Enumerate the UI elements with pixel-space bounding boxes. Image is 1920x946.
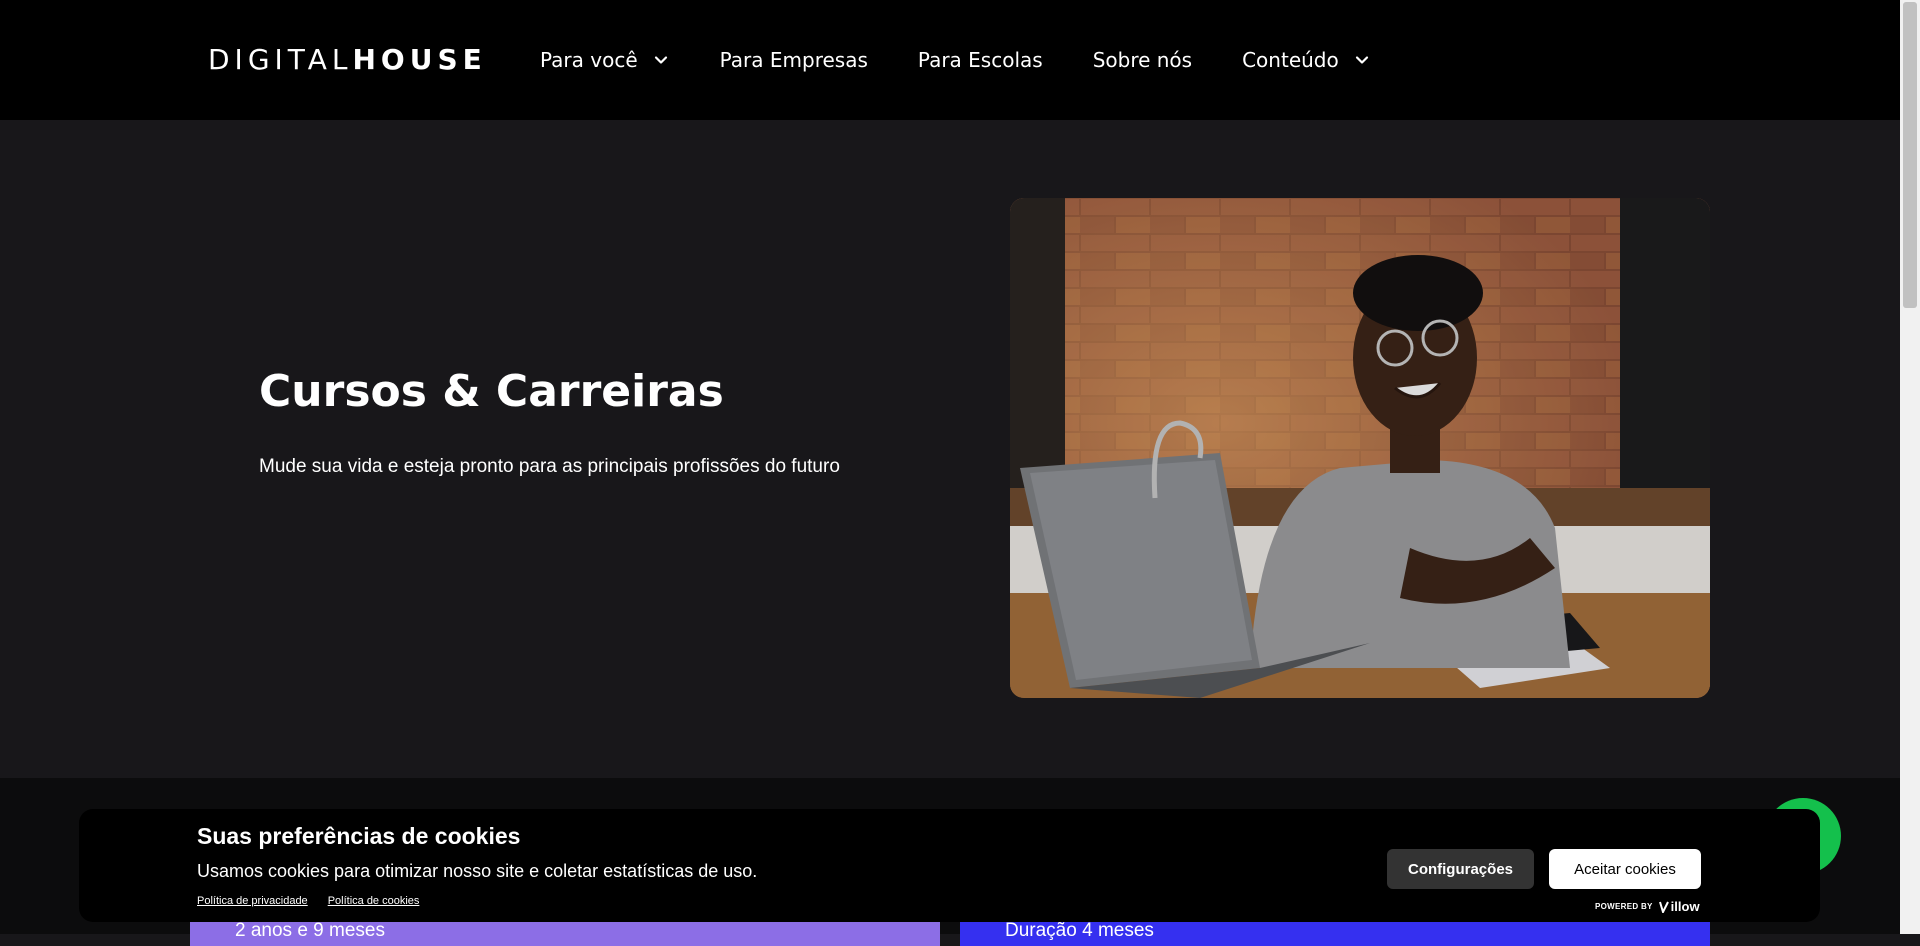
nav-item-para-escolas[interactable]: Para Escolas [917,48,1043,72]
nav-item-label: Para Empresas [719,48,868,72]
cookie-banner: Suas preferências de cookies Usamos cook… [79,809,1820,922]
illow-brand-text: illow [1670,899,1700,914]
cookie-policy-link[interactable]: Política de cookies [328,895,420,907]
page-scrollbar[interactable] [1900,0,1920,934]
scrollbar-thumb[interactable] [1903,2,1917,308]
nav-item-label: Para você [540,48,638,72]
course-duration: Duração 4 meses [1005,920,1154,941]
nav-item-label: Conteúdo [1242,48,1339,72]
illow-brand: illow [1658,899,1700,914]
main-nav: Para você Para Empresas Para Escolas Sob… [540,40,1421,80]
nav-item-para-voce[interactable]: Para você [540,48,670,72]
hero-section: Cursos & Carreiras Mude sua vida e estej… [0,120,1900,778]
hero-photo-illustration [1010,198,1710,698]
cookie-policy-links: Política de privacidade Política de cook… [197,895,439,907]
cookie-banner-title: Suas preferências de cookies [197,823,521,849]
powered-by-illow: POWERED BY illow [1595,899,1700,914]
nav-item-label: Para Escolas [917,48,1043,72]
logo-text-bold: HOUSE [352,43,487,76]
chevron-down-icon [654,56,667,64]
logo-text-light: DIGITAL [208,43,353,76]
nav-item-para-empresas[interactable]: Para Empresas [719,48,868,72]
cookie-banner-text: Usamos cookies para otimizar nosso site … [197,861,758,881]
hero-photo-man-with-laptop [1010,198,1710,698]
course-duration: 2 anos e 9 meses [235,920,385,941]
chevron-down-icon [1355,56,1368,64]
nav-item-sobre-nos[interactable]: Sobre nós [1092,48,1193,72]
nav-item-label: Sobre nós [1092,48,1193,72]
digitalhouse-logo[interactable]: DIGITALHOUSE [208,44,487,76]
cookie-settings-button[interactable]: Configurações [1387,849,1534,889]
hero-title: Cursos & Carreiras [259,366,724,417]
illow-logo-icon [1658,901,1669,913]
nav-item-conteudo[interactable]: Conteúdo [1242,48,1371,72]
top-navbar: DIGITALHOUSE Para você Para Empresas Par… [0,0,1900,120]
privacy-policy-link[interactable]: Política de privacidade [197,895,308,907]
accept-cookies-button[interactable]: Aceitar cookies [1549,849,1701,889]
hero-subtitle: Mude sua vida e esteja pronto para as pr… [259,456,840,477]
powered-by-label: POWERED BY [1595,902,1653,911]
